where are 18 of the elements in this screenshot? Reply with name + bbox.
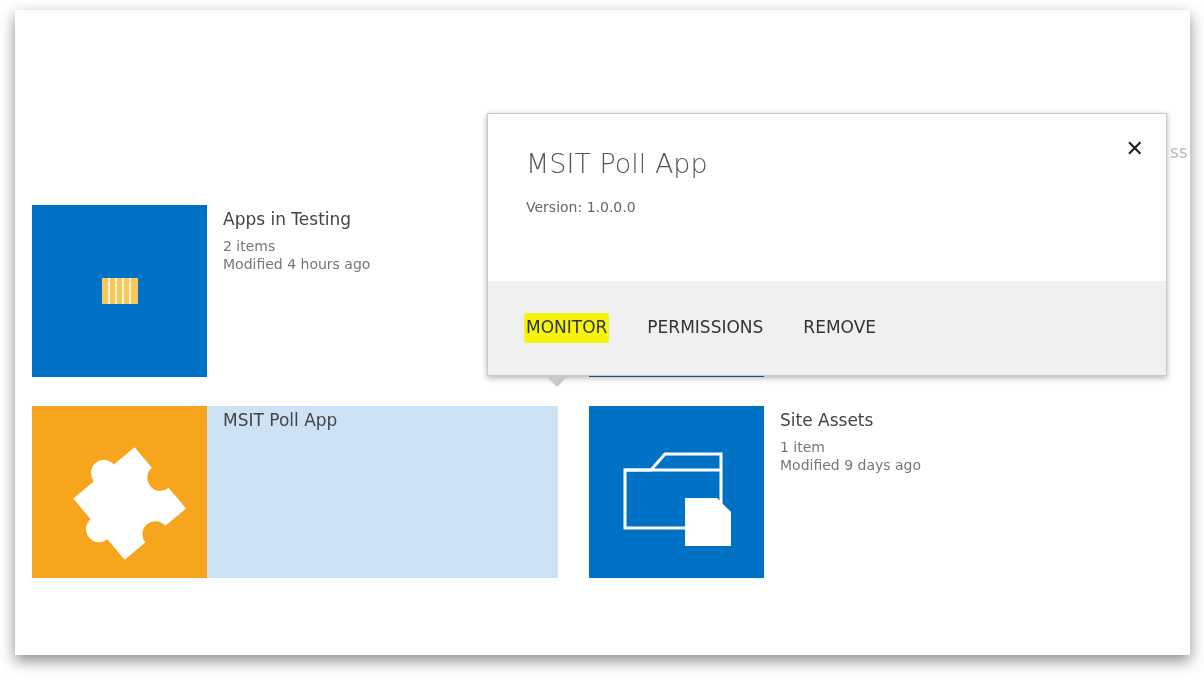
list-icon <box>101 278 138 304</box>
tile-icon-background[interactable] <box>32 205 207 377</box>
tile-title[interactable]: MSIT Poll App <box>223 408 558 434</box>
tile-icon-background[interactable] <box>589 406 764 578</box>
version-text: Version: 1.0.0.0 <box>526 197 637 217</box>
cut-off-text: ss <box>1170 141 1188 164</box>
callout-title: MSIT Poll App <box>526 147 709 181</box>
close-button[interactable]: ✕ <box>1125 132 1144 165</box>
tile-detail: 2 items <box>223 236 277 256</box>
tile-detail: Modified 4 hours ago <box>223 255 371 275</box>
selected-tile-background[interactable]: MSIT Poll App <box>207 406 558 578</box>
tile-title[interactable]: Apps in Testing <box>223 207 371 233</box>
tile-detail: Modified 9 days ago <box>780 456 922 476</box>
action-link[interactable]: PERMISSIONS <box>645 313 766 343</box>
tile-title[interactable]: Site Assets <box>780 408 922 434</box>
action-link[interactable]: MONITOR <box>524 313 610 343</box>
tile-detail: 1 item <box>780 437 826 457</box>
action-link[interactable]: REMOVE <box>801 313 879 343</box>
